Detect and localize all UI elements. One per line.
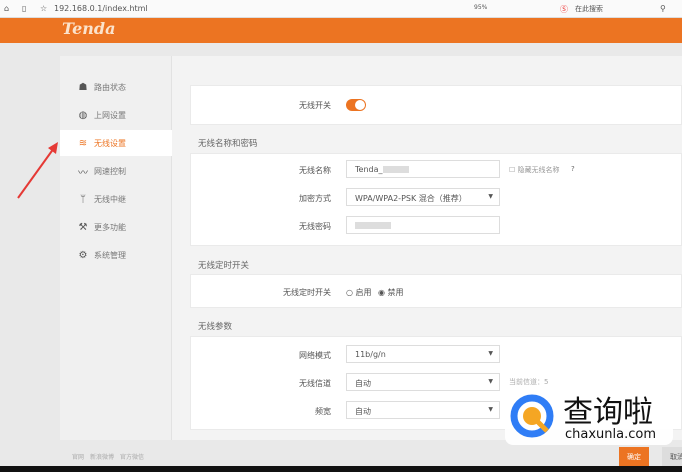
url-bar[interactable]: 192.168.0.1/index.html [54, 4, 148, 13]
channel-select[interactable]: 自动 ▼ [346, 373, 500, 391]
section-title-timer: 无线定时开关 [198, 261, 250, 271]
router-icon: ☗ [78, 81, 88, 93]
bandwidth-label: 频宽 [315, 407, 331, 416]
mode-select[interactable]: 11b/g/n ▼ [346, 345, 500, 363]
sidebar-item-status[interactable]: ☗ 路由状态 [60, 74, 172, 100]
ssid-label: 无线名称 [299, 166, 331, 175]
sidebar: ☗ 路由状态 ◍ 上网设置 ≋ 无线设置 〰网速控制 ᛘ 无线中继 ⚒ 更多功能 ⚙ 系统管… [60, 56, 172, 440]
timer-enable-radio[interactable]: ○ 启用 [346, 287, 372, 298]
encryption-select[interactable]: WPA/WPA2-PSK 混合（推荐） ▼ [346, 188, 500, 206]
name-password-card: 无线名称 Tenda_ ☐ 隐藏无线名称 ? 加密方式 WPA/WPA2-PSK… [190, 153, 682, 246]
search-icon[interactable]: ⚲ [660, 4, 666, 13]
watermark: 查询啦 chaxunla.com [505, 387, 673, 445]
taskbar-strip [0, 466, 682, 472]
hide-ssid-label: 隐藏无线名称 [517, 166, 560, 174]
watermark-text: 查询啦 [563, 395, 653, 430]
mode-value: 11b/g/n [355, 350, 386, 359]
zoom-level[interactable]: 95% [474, 4, 487, 11]
channel-value: 自动 [355, 379, 371, 388]
watermark-domain: chaxunla.com [565, 427, 656, 442]
current-channel: 当前信道：5 [509, 378, 549, 386]
home-icon[interactable]: ⌂ [4, 4, 9, 13]
star-icon[interactable]: ☆ [40, 4, 47, 13]
dropdown-arrow-icon: ▼ [488, 406, 493, 413]
sidebar-item-label: 更多功能 [94, 222, 126, 232]
sidebar-item-more[interactable]: ⚒ 更多功能 [60, 214, 172, 240]
wifi-icon: ≋ [78, 137, 88, 149]
footer-link-wechat[interactable]: 官方微信 [120, 454, 144, 461]
radio-label: 禁用 [387, 288, 404, 297]
repeater-icon: ᛘ [80, 193, 86, 205]
search-input[interactable]: 在此搜索 [575, 4, 603, 14]
password-label: 无线密码 [299, 222, 331, 231]
sidebar-item-label: 系统管理 [94, 250, 126, 260]
search-engine-icon[interactable]: Ⓢ [560, 4, 568, 15]
timer-label: 无线定时开关 [283, 288, 331, 297]
main-panel: 无线开关 无线名称和密码 无线名称 Tenda_ ☐ 隐藏无线名称 ? 加密方式… [172, 56, 682, 440]
red-arrow-annotation [17, 142, 58, 199]
sidebar-item-speed[interactable]: 〰网速控制 [60, 158, 172, 184]
encryption-label: 加密方式 [299, 194, 331, 203]
footer-links: 官网 新浪微博 官方微信 [72, 452, 150, 461]
wifi-switch-toggle[interactable] [346, 99, 366, 111]
dropdown-arrow-icon: ▼ [488, 378, 493, 385]
section-title-name-password: 无线名称和密码 [198, 139, 258, 149]
sidebar-item-system[interactable]: ⚙ 系统管理 [60, 242, 172, 268]
bandwidth-value: 自动 [355, 407, 371, 416]
hide-ssid-checkbox[interactable]: ☐ 隐藏无线名称 [509, 165, 560, 175]
gear-icon: ⚙ [78, 249, 88, 261]
sidebar-item-wireless[interactable]: ≋ 无线设置 [60, 130, 172, 156]
tools-icon: ⚒ [78, 221, 88, 233]
ssid-input[interactable]: Tenda_ [346, 160, 500, 178]
sidebar-item-label: 无线设置 [94, 138, 126, 148]
wifi-switch-card: 无线开关 [190, 85, 682, 125]
tenda-logo: Tenda [62, 19, 116, 38]
encryption-value: WPA/WPA2-PSK 混合（推荐） [355, 194, 467, 203]
password-input[interactable] [346, 216, 500, 234]
speed-icon: 〰 [78, 167, 88, 179]
cancel-button[interactable]: 取消 [662, 447, 682, 466]
bandwidth-select[interactable]: 自动 ▼ [346, 401, 500, 419]
timer-card: 无线定时开关 ○ 启用 ◉ 禁用 [190, 274, 682, 308]
globe-icon: ◍ [78, 109, 88, 121]
section-title-params: 无线参数 [198, 322, 233, 332]
sidebar-item-label: 无线中继 [94, 194, 126, 204]
sidebar-item-label: 网速控制 [94, 166, 126, 176]
dropdown-arrow-icon: ▼ [488, 193, 493, 200]
timer-disable-radio[interactable]: ◉ 禁用 [378, 287, 404, 298]
browser-toolbar: ⌂ ▯ ☆ 192.168.0.1/index.html 95% Ⓢ 在此搜索 … [0, 0, 682, 18]
sidebar-item-internet[interactable]: ◍ 上网设置 [60, 102, 172, 128]
sidebar-item-label: 路由状态 [94, 82, 126, 92]
wifi-switch-label: 无线开关 [299, 101, 331, 110]
footer-link-weibo[interactable]: 新浪微博 [90, 454, 114, 461]
ssid-value: Tenda_ [355, 165, 383, 174]
mode-label: 网络模式 [299, 351, 331, 360]
reader-icon[interactable]: ▯ [22, 4, 26, 13]
channel-label: 无线信道 [299, 379, 331, 388]
footer-link-website[interactable]: 官网 [72, 454, 84, 461]
sidebar-item-label: 上网设置 [94, 110, 126, 120]
dropdown-arrow-icon: ▼ [488, 350, 493, 357]
help-icon[interactable]: ? [571, 165, 575, 173]
radio-label: 启用 [355, 288, 372, 297]
ok-button[interactable]: 确定 [619, 447, 649, 466]
watermark-logo-icon [510, 394, 554, 438]
sidebar-item-repeater[interactable]: ᛘ 无线中继 [60, 186, 172, 212]
